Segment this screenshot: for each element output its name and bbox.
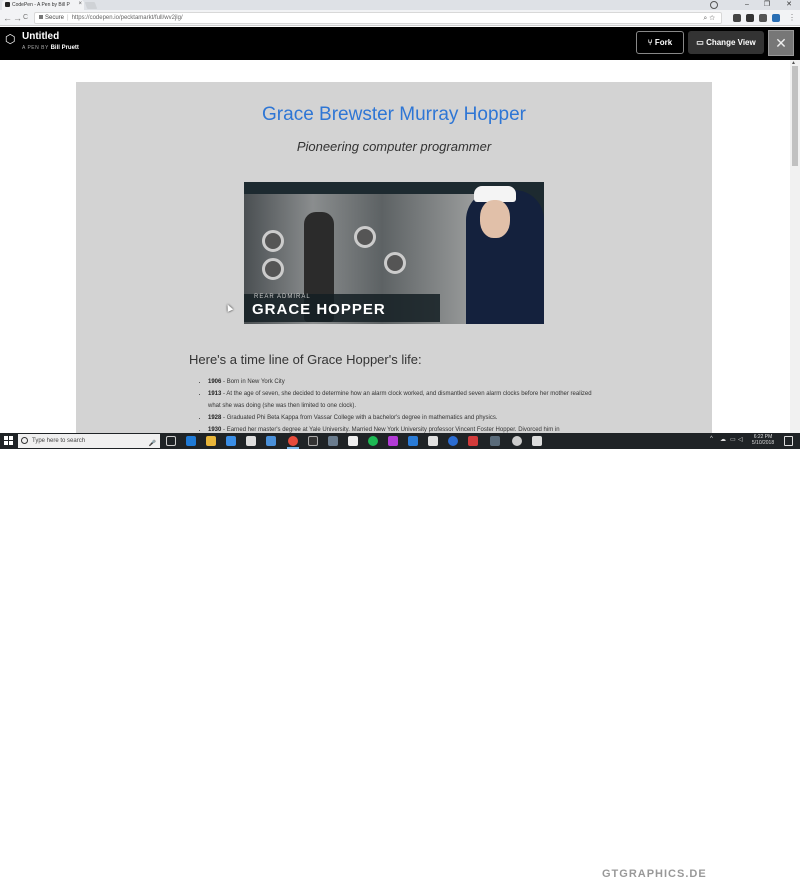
image-name-text: GRACE HOPPER xyxy=(252,301,386,318)
view-icon: ▭ xyxy=(696,38,704,47)
app-icon[interactable] xyxy=(532,436,542,446)
vscode-icon[interactable] xyxy=(408,436,418,446)
browser-tab-strip: CodePen - A Pen by Bill P × – ❐ ✕ xyxy=(0,0,800,10)
volume-icon[interactable]: ◁ xyxy=(738,436,743,443)
maximize-button[interactable]: ❐ xyxy=(758,0,776,10)
tribute-container: Grace Brewster Murray Hopper Pioneering … xyxy=(76,82,712,433)
profile-icon[interactable] xyxy=(710,1,718,9)
fork-icon: ⑂ xyxy=(647,38,653,47)
security-label: Secure xyxy=(45,15,65,21)
app-icon[interactable] xyxy=(448,436,458,446)
terminal-icon[interactable] xyxy=(308,436,318,446)
watermark-text: GTGRAPHICS.DE xyxy=(602,868,707,880)
extension-icon[interactable] xyxy=(746,14,754,22)
reload-button[interactable]: C xyxy=(23,12,28,24)
omnibox-actions: ⌕ ☆ xyxy=(703,13,715,24)
windows-taskbar: Type here to search 🎤 GTGRAPHICS.DE ^ ☁ … xyxy=(0,433,800,880)
fork-button[interactable]: ⑂ Fork xyxy=(636,31,684,54)
notifications-icon[interactable] xyxy=(784,436,793,446)
byline-prefix: A PEN BY xyxy=(22,45,49,51)
url-text: https://codepen.io/pecktamarkt/full/wv2j… xyxy=(71,15,183,21)
clock-date: 5/10/2018 xyxy=(751,440,775,446)
app-icon[interactable] xyxy=(490,436,500,446)
list-item: 1913 - At the age of seven, she decided … xyxy=(208,388,596,412)
search-placeholder: Type here to search xyxy=(32,438,86,444)
tab-title: CodePen - A Pen by Bill P xyxy=(12,2,70,8)
edge-icon[interactable] xyxy=(186,436,196,446)
pen-byline: A PEN BY Bill Pruett xyxy=(22,45,79,51)
bookmark-star-icon[interactable]: ☆ xyxy=(709,15,715,22)
browser-tab[interactable]: CodePen - A Pen by Bill P × xyxy=(2,0,84,10)
change-view-label: Change View xyxy=(706,38,756,47)
minimize-button[interactable]: – xyxy=(738,0,756,10)
lock-icon xyxy=(39,15,43,19)
spotify-icon[interactable] xyxy=(368,436,378,446)
page-subtitle: Pioneering computer programmer xyxy=(296,139,492,154)
scrollbar-thumb[interactable] xyxy=(792,66,798,166)
extension-icon[interactable] xyxy=(772,14,780,22)
app-icon[interactable] xyxy=(512,436,522,446)
address-bar[interactable]: Secure | https://codepen.io/pecktamarkt/fu… xyxy=(34,12,722,24)
page-title: Grace Brewster Murray Hopper xyxy=(262,104,526,125)
slack-icon[interactable] xyxy=(348,436,358,446)
app-icon[interactable] xyxy=(328,436,338,446)
network-icon[interactable]: ▭ xyxy=(730,436,736,443)
cortana-icon xyxy=(21,437,28,444)
list-item: 1906 - Born in New York City xyxy=(208,376,596,388)
list-item: 1930 - Earned her master's degree at Yal… xyxy=(208,424,596,433)
user-avatar[interactable]: ✕ xyxy=(768,30,794,56)
extension-cloud-icon[interactable] xyxy=(733,14,741,22)
codepen-favicon-icon xyxy=(5,2,10,7)
mail-icon[interactable] xyxy=(246,436,256,446)
forward-button[interactable]: → xyxy=(13,12,22,24)
list-item: 1928 - Graduated Phi Beta Kappa from Vas… xyxy=(208,412,596,424)
close-window-button[interactable]: ✕ xyxy=(780,0,798,10)
store-icon[interactable] xyxy=(226,436,236,446)
image-rank-text: REAR ADMIRAL xyxy=(254,294,311,300)
tab-close-icon[interactable]: × xyxy=(78,1,82,7)
change-view-button[interactable]: ▭ Change View xyxy=(688,31,764,54)
author-link[interactable]: Bill Pruett xyxy=(51,45,79,51)
zoom-icon[interactable]: ⌕ xyxy=(703,15,707,22)
app-icon[interactable] xyxy=(428,436,438,446)
grace-hopper-image: REAR ADMIRAL GRACE HOPPER xyxy=(244,182,544,324)
task-view-icon[interactable] xyxy=(166,436,176,446)
codepen-logo-icon[interactable]: ⬡ xyxy=(5,32,15,46)
chrome-icon[interactable] xyxy=(288,436,298,446)
back-button[interactable]: ← xyxy=(3,12,12,24)
tray-chevron-icon[interactable]: ^ xyxy=(710,436,713,442)
windows-start-icon[interactable] xyxy=(4,436,14,446)
codepen-header: ⬡ Untitled A PEN BY Bill Pruett ⑂ Fork ▭… xyxy=(0,27,800,60)
pen-preview: Grace Brewster Murray Hopper Pioneering … xyxy=(0,60,790,433)
browser-toolbar: ← → C Secure | https://codepen.io/pecktama… xyxy=(0,10,800,26)
cloud-icon[interactable]: ☁ xyxy=(720,436,726,443)
extension-icon[interactable] xyxy=(759,14,767,22)
new-tab-button[interactable] xyxy=(84,2,98,9)
timeline-list: 1906 - Born in New York City 1913 - At t… xyxy=(196,376,596,433)
system-clock[interactable]: 6:22 PM 5/10/2018 xyxy=(746,434,780,446)
timeline-heading: Here's a time line of Grace Hopper's lif… xyxy=(189,352,422,367)
menu-icon[interactable]: ⋮ xyxy=(788,12,796,24)
app-icon[interactable] xyxy=(266,436,276,446)
file-explorer-icon[interactable] xyxy=(206,436,216,446)
taskbar-search-box[interactable]: Type here to search 🎤 xyxy=(18,434,160,448)
app-icon[interactable] xyxy=(468,436,478,446)
page-scrollbar[interactable]: ▲ xyxy=(790,60,800,433)
app-icon[interactable] xyxy=(388,436,398,446)
fork-label: Fork xyxy=(654,38,673,47)
pen-title: Untitled xyxy=(22,31,60,42)
